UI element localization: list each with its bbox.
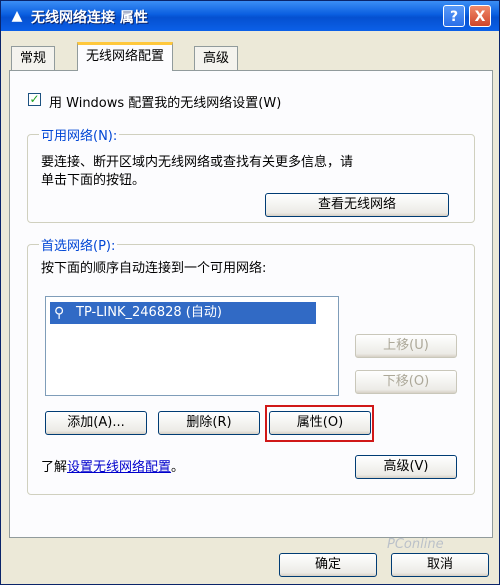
available-networks-title: 可用网络(N):	[39, 125, 120, 144]
cancel-button[interactable]: 取消	[391, 553, 489, 577]
learn-more-link[interactable]: 设置无线网络配置	[67, 460, 171, 475]
list-item[interactable]: ⚲ TP-LINK_246828 (自动)	[50, 302, 316, 324]
preferred-networks-title: 首选网络(P):	[39, 235, 118, 254]
help-button[interactable]: ?	[443, 5, 465, 27]
advanced-button[interactable]: 高级(V)	[355, 455, 457, 479]
available-description-line2: 单击下面的按钮。	[41, 173, 146, 188]
move-down-button[interactable]: 下移(O)	[355, 370, 457, 394]
watermark: PConline	[387, 537, 444, 552]
network-name: TP-LINK_246828 (自动)	[76, 305, 222, 320]
available-description-line1: 要连接、断开区域内无线网络或查找有关更多信息，请	[41, 155, 354, 170]
window-title: 无线网络连接 属性	[31, 10, 148, 26]
preferred-description: 按下面的顺序自动连接到一个可用网络:	[41, 261, 267, 276]
properties-window: ▲ 无线网络连接 属性 ? X 常规 无线网络配置 高级 ✓ 用 Windows…	[0, 0, 500, 585]
use-windows-label[interactable]: 用 Windows 配置我的无线网络设置(W)	[49, 92, 281, 111]
learn-prefix: 了解	[41, 460, 68, 475]
wireless-antenna-icon: ⚲	[54, 305, 65, 321]
network-properties-button[interactable]: 属性(O)	[269, 411, 371, 435]
tab-general[interactable]: 常规	[11, 46, 56, 70]
move-up-button[interactable]: 上移(U)	[355, 334, 457, 358]
preferred-networks-list[interactable]: ⚲ TP-LINK_246828 (自动)	[45, 296, 339, 396]
use-windows-checkbox[interactable]: ✓	[28, 93, 41, 106]
tab-advanced[interactable]: 高级	[194, 46, 239, 70]
close-button[interactable]: X	[469, 5, 491, 27]
remove-network-button[interactable]: 删除(R)	[158, 411, 260, 435]
ok-button[interactable]: 确定	[279, 553, 377, 577]
title-bar[interactable]: ▲ 无线网络连接 属性 ? X	[1, 1, 499, 31]
view-wireless-networks-button[interactable]: 查看无线网络	[265, 193, 449, 217]
network-connection-icon: ▲	[11, 8, 23, 24]
learn-more-text: 了解设置无线网络配置。	[41, 456, 184, 475]
tab-wireless-networks[interactable]: 无线网络配置	[77, 42, 174, 71]
add-network-button[interactable]: 添加(A)...	[45, 411, 147, 435]
checkmark-icon: ✓	[29, 92, 40, 106]
learn-suffix: 。	[171, 460, 185, 475]
